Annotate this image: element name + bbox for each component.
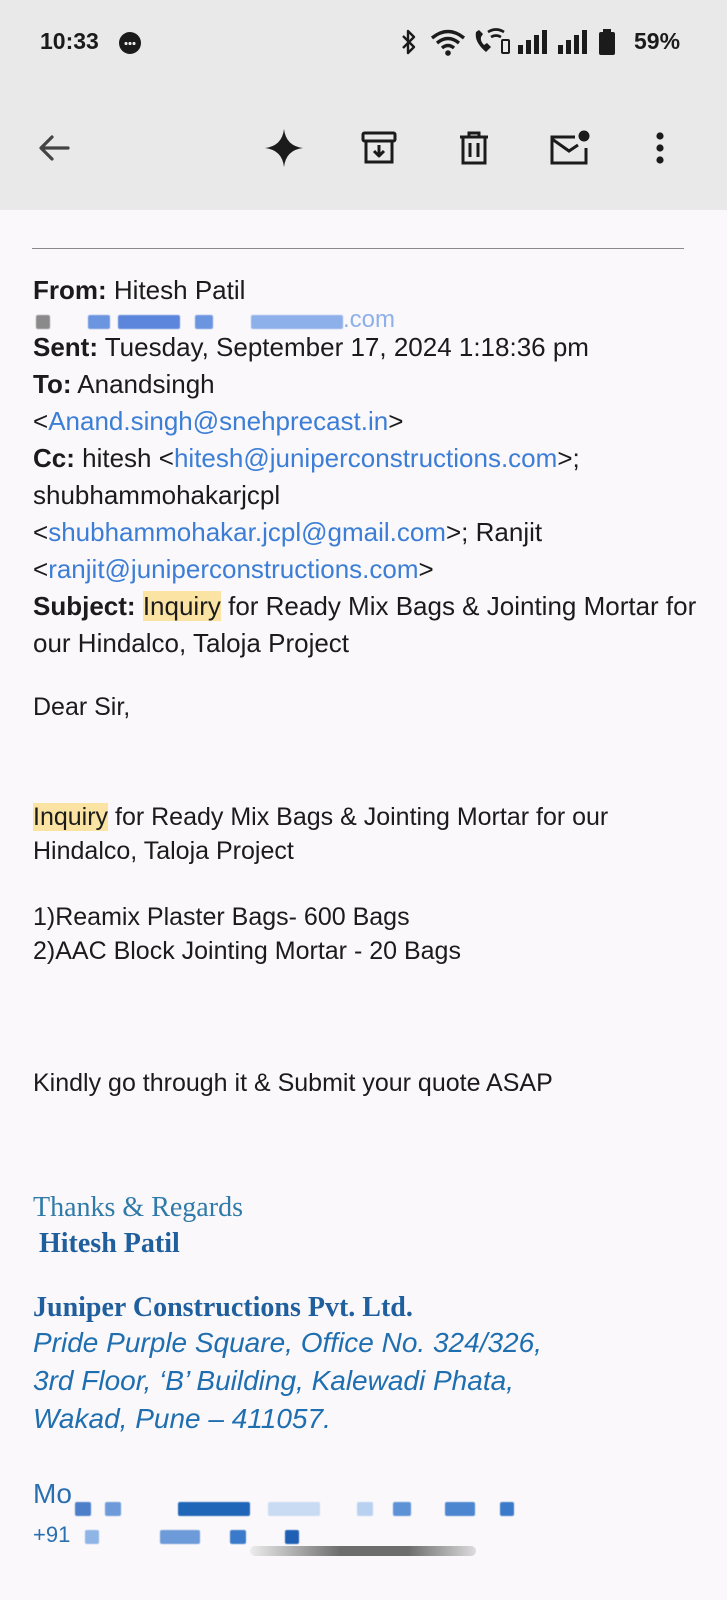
cc-label: Cc: (33, 443, 75, 473)
status-bar: 10:33 59% (0, 0, 727, 88)
to-label: To: (33, 369, 72, 399)
intro-highlight: Inquiry (33, 803, 109, 831)
phone-prefix: +91 (33, 1522, 71, 1547)
signature-address-2: 3rd Floor, ‘B’ Building, Kalewadi Phata, (33, 1365, 514, 1396)
from-label: From: (33, 275, 107, 305)
wifi-calling-icon (475, 28, 510, 54)
subject-line: Subject: Inquiry for Ready Mix Bags & Jo… (33, 588, 703, 662)
cc-email-link-3[interactable]: ranjit@juniperconstructions.com (48, 554, 418, 584)
signal-icon (558, 30, 587, 54)
email-body: Dear Sir, Inquiry for Ready Mix Bags & J… (33, 690, 703, 1100)
gemini-button[interactable] (258, 122, 310, 174)
signature-address-3: Wakad, Pune – 411057. (33, 1403, 331, 1434)
divider (32, 248, 684, 249)
to-line: To: Anandsingh <Anand.singh@snehprecast.i… (33, 369, 404, 436)
mobile-line: Mo (33, 1478, 72, 1510)
gesture-navigation-bar[interactable] (250, 1546, 476, 1556)
status-time: 10:33 (40, 28, 99, 54)
battery-percentage: 59% (634, 28, 681, 54)
redacted-mobile (75, 1498, 535, 1520)
cc-name-2: shubhammohakarjcpl (33, 480, 281, 510)
cc-email-link-2[interactable]: shubhammohakar.jcpl@gmail.com (48, 517, 446, 547)
delete-button[interactable] (448, 122, 500, 174)
signature-address-1: Pride Purple Square, Office No. 324/326, (33, 1327, 542, 1358)
mark-unread-icon (550, 130, 590, 165)
more-options-button[interactable] (634, 122, 686, 174)
signature-name: Hitesh Patil (39, 1228, 180, 1259)
intro-text: for Ready Mix Bags & Jointing Mortar for… (33, 803, 609, 865)
delete-icon (460, 131, 488, 165)
from-email-fragment: .com (343, 306, 396, 333)
to-email-link[interactable]: Anand.singh@snehprecast.in (48, 406, 388, 436)
subject-label: Subject: (33, 591, 136, 621)
redacted-from-email: .com (33, 306, 703, 333)
sent-label: Sent: (33, 332, 98, 362)
back-button[interactable] (28, 122, 80, 174)
cc-name-3: Ranjit (475, 517, 543, 547)
from-name: Hitesh Patil (113, 275, 246, 305)
signal-icon (518, 30, 547, 54)
quoted-email-header: From: Hitesh Patil .com Sent: Tuesday, S… (33, 272, 703, 662)
mark-unread-button[interactable] (543, 122, 595, 174)
wifi-icon (430, 29, 466, 56)
cc-name-1: hitesh (82, 443, 152, 473)
battery-icon (599, 29, 615, 55)
signature-block: Thanks & Regards Hitesh Patil Juniper Co… (33, 1192, 703, 1438)
cc-line: Cc: hitesh <hitesh@juniperconstructions.… (33, 443, 580, 584)
more-vert-icon (656, 132, 664, 164)
item-1: 1)Reamix Plaster Bags- 600 Bags (33, 903, 410, 931)
phone-line: +91 (33, 1522, 70, 1548)
greeting: Dear Sir, (33, 693, 131, 721)
gemini-sparkle-icon (265, 129, 303, 167)
back-arrow-icon (39, 135, 70, 161)
mobile-label: Mo (33, 1478, 72, 1509)
subject-highlight: Inquiry (142, 591, 221, 621)
item-2: 2)AAC Block Jointing Mortar - 20 Bags (33, 937, 461, 965)
email-content: From: Hitesh Patil .com Sent: Tuesday, S… (0, 210, 727, 1600)
email-toolbar (0, 88, 727, 210)
redacted-phone (85, 1526, 325, 1548)
archive-button[interactable] (353, 122, 405, 174)
request-text: Kindly go through it & Submit your quote… (33, 1069, 553, 1097)
intro-paragraph: Inquiry for Ready Mix Bags & Jointing Mo… (33, 800, 703, 868)
signature-thanks: Thanks & Regards (33, 1192, 243, 1223)
to-name: Anandsingh (77, 369, 215, 399)
bluetooth-icon (402, 29, 416, 55)
archive-icon (361, 131, 397, 164)
cc-email-link-1[interactable]: hitesh@juniperconstructions.com (174, 443, 557, 473)
signature-company: Juniper Constructions Pvt. Ltd. (33, 1292, 413, 1323)
notification-dot-icon (119, 32, 141, 54)
